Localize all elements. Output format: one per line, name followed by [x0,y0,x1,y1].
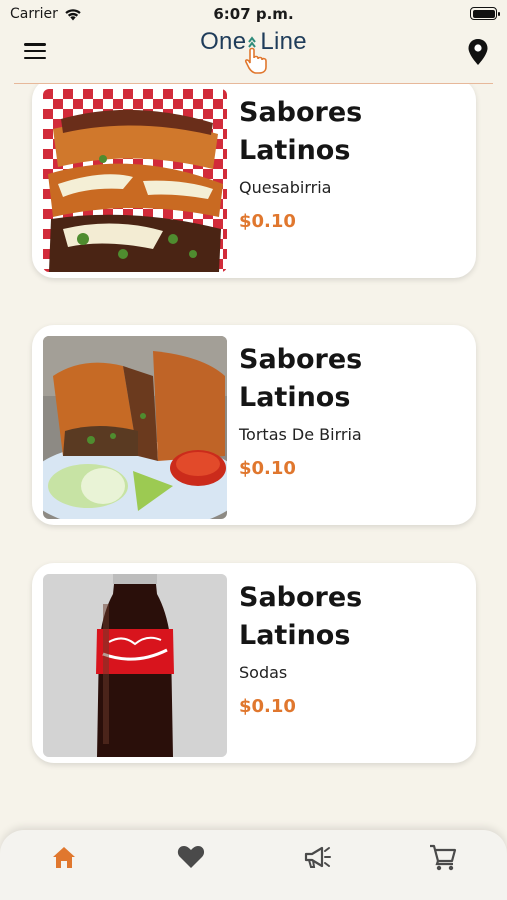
home-icon[interactable] [49,842,79,872]
card-title: Sabores Latinos [239,97,363,166]
card-price: $0.10 [239,458,296,479]
app-logo: One Line [0,28,507,74]
card-price: $0.10 [239,696,296,717]
status-time: 6:07 p.m. [213,5,294,23]
product-card[interactable]: Sabores Latinos Quesabirria $0.10 [32,84,476,278]
coca-cola-bottle-photo [43,574,227,757]
heart-icon[interactable] [176,842,206,872]
card-subtitle: Sodas [239,663,288,682]
card-subtitle: Tortas De Birria [239,425,362,444]
card-subtitle: Quesabirria [239,178,332,197]
logo-pointer-hand-icon [244,36,267,74]
card-title: Sabores Latinos [239,582,363,651]
product-card[interactable]: Sabores Latinos Tortas De Birria $0.10 [32,325,476,525]
card-title: Sabores Latinos [239,344,363,413]
product-list[interactable]: Sabores Latinos Quesabirria $0.10 Sabore… [0,84,507,819]
megaphone-icon[interactable] [302,842,332,872]
cart-icon[interactable] [428,842,458,872]
logo-text-left: One [200,28,247,55]
bottom-nav [0,830,507,900]
status-bar: Carrier 6:07 p.m. [0,0,507,28]
product-card[interactable]: Sabores Latinos Sodas $0.10 [32,563,476,763]
tortas-de-birria-photo [43,336,227,519]
quesabirria-photo [43,89,227,272]
app-header: One Line [0,28,507,84]
battery-icon [470,7,500,20]
card-price: $0.10 [239,211,296,232]
map-pin-icon[interactable] [467,38,489,66]
